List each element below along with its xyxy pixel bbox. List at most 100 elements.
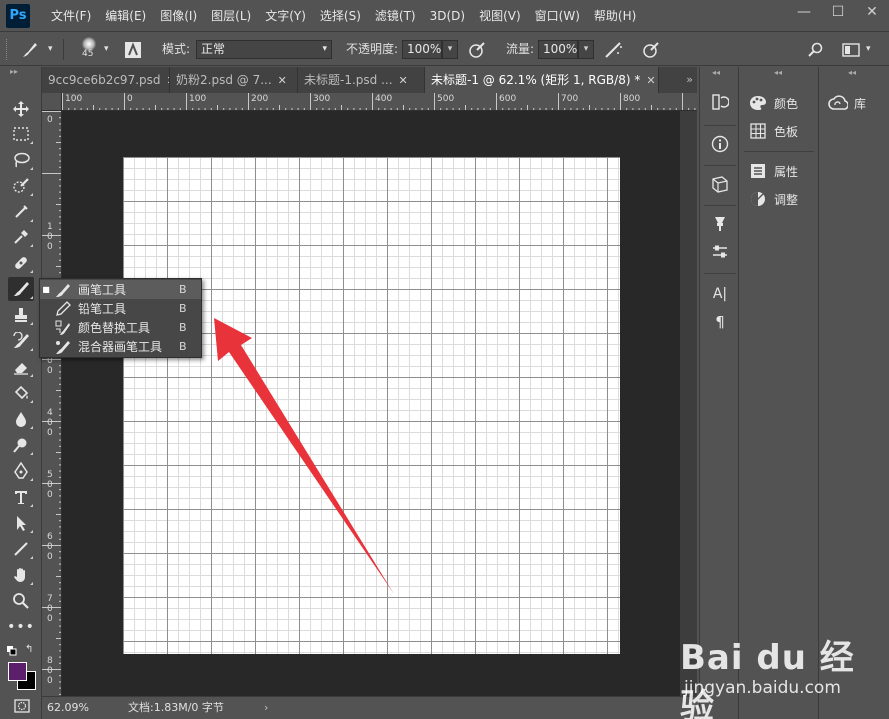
document-canvas[interactable] [123, 157, 620, 654]
ruler-origin[interactable] [42, 93, 62, 111]
default-colors-icon[interactable] [7, 645, 17, 656]
menu-select[interactable]: 选择(S) [313, 0, 368, 32]
menu-image[interactable]: 图像(I) [153, 0, 204, 32]
brush-preset-picker[interactable]: 45 [76, 33, 102, 66]
paint-bucket-tool-icon[interactable] [8, 381, 34, 405]
character-panel-icon[interactable]: A| [709, 283, 731, 305]
3d-panel-icon[interactable] [709, 173, 731, 195]
strip-collapse-icon[interactable]: ◂◂ [712, 67, 720, 79]
menu-file[interactable]: 文件(F) [44, 0, 98, 32]
pressure-size-icon[interactable] [642, 33, 660, 66]
clone-stamp-tool-icon[interactable] [8, 303, 34, 327]
ruler-label: 500 [437, 94, 455, 104]
menu-3d[interactable]: 3D(D) [423, 0, 472, 32]
brush-tool-icon[interactable] [8, 277, 34, 301]
marquee-tool-icon[interactable] [8, 122, 34, 146]
zoom-level-input[interactable]: 62.09% [44, 699, 96, 717]
ruler-label: 300 [313, 94, 331, 104]
mode-select[interactable]: 正常 ▾ [196, 40, 332, 59]
tab-close-icon[interactable]: ✕ [399, 74, 408, 87]
menu-help[interactable]: 帮助(H) [587, 0, 643, 32]
history-brush-tool-icon[interactable] [8, 329, 34, 353]
workspace-switcher-icon[interactable] [842, 33, 860, 66]
menu-window[interactable]: 窗口(W) [528, 0, 587, 32]
hand-tool-icon[interactable] [8, 563, 34, 587]
eraser-tool-icon[interactable] [8, 355, 34, 379]
tab-label: 9cc9ce6b2c97.psd [48, 73, 161, 87]
crop-tool-icon[interactable] [8, 200, 34, 224]
vertical-scrollbar[interactable] [680, 111, 697, 696]
flyout-item-brush-tool[interactable]: ■ 画笔工具 B [40, 280, 201, 299]
lasso-tool-icon[interactable] [8, 148, 34, 172]
opacity-chevron-down-icon[interactable]: ▾ [442, 40, 458, 59]
menu-type[interactable]: 文字(Y) [258, 0, 313, 32]
document-tab-active[interactable]: 未标题-1 @ 62.1% (矩形 1, RGB/8) * ✕ [425, 67, 659, 93]
swatches-panel-button[interactable]: 色板 [748, 119, 798, 143]
close-window-button[interactable]: ✕ [855, 0, 889, 24]
brush-settings-panel-icon[interactable] [709, 213, 731, 235]
options-grip[interactable] [6, 39, 10, 60]
tool-preset-brush-icon[interactable] [20, 33, 40, 66]
paragraph-panel-icon[interactable]: ¶ [709, 311, 731, 333]
blur-tool-icon[interactable] [8, 407, 34, 431]
flow-input[interactable]: 100% [538, 40, 578, 59]
brush-preset-chevron-down-icon[interactable]: ▾ [104, 33, 109, 66]
canvas-workspace[interactable] [62, 111, 680, 696]
menu-view[interactable]: 视图(V) [472, 0, 528, 32]
tools-panel: ▸▸ ••• ↰ [0, 67, 42, 719]
more-tools-icon[interactable]: ••• [7, 615, 34, 639]
pen-tool-icon[interactable] [8, 459, 34, 483]
document-tab[interactable]: 奶粉2.psd @ 7... ✕ [170, 67, 298, 93]
search-icon[interactable] [808, 33, 824, 66]
tab-overflow-icon[interactable]: » [686, 67, 693, 93]
document-tab[interactable]: 9cc9ce6b2c97.psd✕ [42, 67, 170, 93]
ruler-label: 100 [189, 94, 207, 104]
pressure-opacity-icon[interactable] [468, 33, 486, 66]
airbrush-icon[interactable] [604, 33, 624, 66]
line-tool-icon[interactable] [8, 537, 34, 561]
menu-filter[interactable]: 滤镜(T) [368, 0, 423, 32]
libraries-panel-label: 库 [854, 96, 867, 111]
adjustments-panel-button[interactable]: 调整 [748, 187, 798, 211]
menu-edit[interactable]: 编辑(E) [98, 0, 153, 32]
maximize-button[interactable]: ☐ [821, 0, 855, 24]
libraries-collapse-icon[interactable]: ◂◂ [848, 67, 856, 79]
ruler-label: 800 [623, 94, 641, 104]
vertical-ruler[interactable]: 0 100 200 300 400 500 600 700 800 [42, 111, 62, 696]
tab-close-icon[interactable]: ✕ [646, 74, 655, 87]
eyedropper-tool-icon[interactable] [8, 225, 34, 249]
tab-close-icon[interactable]: ✕ [278, 74, 287, 87]
flow-chevron-down-icon[interactable]: ▾ [578, 40, 594, 59]
properties-panel-button[interactable]: 属性 [748, 159, 798, 183]
panels-collapse-icon[interactable]: ◂◂ [774, 67, 782, 79]
libraries-panel-button[interactable]: 库 [828, 91, 866, 115]
move-tool-icon[interactable] [8, 97, 34, 121]
path-selection-tool-icon[interactable] [8, 511, 34, 535]
strip-separator [704, 205, 736, 206]
tool-preset-chevron-down-icon[interactable]: ▾ [48, 33, 53, 66]
quick-mask-icon[interactable] [14, 699, 30, 713]
history-panel-icon[interactable] [709, 91, 731, 113]
color-panel-button[interactable]: 颜色 [748, 91, 798, 115]
tools-collapse-icon[interactable]: ▸▸ [10, 67, 18, 79]
adjustments-sliders-icon[interactable] [709, 241, 731, 263]
foreground-color-swatch[interactable] [8, 662, 27, 681]
horizontal-ruler[interactable]: 100 0 100 200 300 400 500 600 700 800 [62, 93, 697, 111]
flyout-item-pencil-tool[interactable]: 铅笔工具 B [40, 299, 201, 318]
menu-layer[interactable]: 图层(L) [204, 0, 258, 32]
document-tab[interactable]: 未标题-1.psd ... ✕ [298, 67, 425, 93]
flyout-item-mixer-brush-tool[interactable]: 混合器画笔工具 B [40, 337, 201, 356]
swap-colors-icon[interactable]: ↰ [25, 644, 37, 656]
status-menu-chevron-right-icon[interactable]: › [264, 697, 268, 719]
healing-brush-tool-icon[interactable] [8, 251, 34, 275]
opacity-input[interactable]: 100% [402, 40, 442, 59]
type-tool-icon[interactable] [8, 485, 34, 509]
brush-panel-toggle-icon[interactable] [124, 33, 142, 66]
quick-selection-tool-icon[interactable] [8, 174, 34, 198]
info-panel-icon[interactable] [709, 133, 731, 155]
workspace-chevron-down-icon[interactable]: ▾ [866, 33, 871, 66]
flyout-item-color-replacement-tool[interactable]: 颜色替换工具 B [40, 318, 201, 337]
zoom-tool-icon[interactable] [8, 589, 34, 613]
dodge-tool-icon[interactable] [8, 433, 34, 457]
minimize-button[interactable]: — [787, 0, 821, 24]
